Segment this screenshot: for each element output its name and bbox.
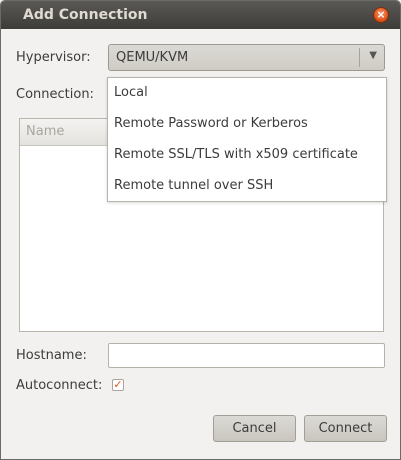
connect-button[interactable]: Connect bbox=[304, 415, 387, 442]
autoconnect-checkbox[interactable]: ✓ bbox=[112, 379, 124, 391]
connection-option-remote-password[interactable]: Remote Password or Kerberos bbox=[114, 116, 308, 131]
hypervisor-value: QEMU/KVM bbox=[116, 50, 189, 65]
add-connection-dialog: Add Connection × Hypervisor: QEMU/KVM ▼ … bbox=[0, 0, 401, 460]
combo-separator bbox=[359, 48, 360, 67]
dialog-title: Add Connection bbox=[23, 7, 148, 23]
hostname-label: Hostname: bbox=[16, 348, 87, 363]
autoconnect-label: Autoconnect: bbox=[16, 378, 103, 393]
cancel-button[interactable]: Cancel bbox=[213, 415, 296, 442]
connection-dropdown: Local Remote Password or Kerberos Remote… bbox=[107, 77, 387, 202]
hostname-input[interactable] bbox=[108, 343, 385, 368]
connection-option-remote-ssh[interactable]: Remote tunnel over SSH bbox=[114, 178, 273, 193]
titlebar[interactable]: Add Connection × bbox=[1, 1, 400, 29]
hypervisor-combo[interactable]: QEMU/KVM ▼ bbox=[108, 44, 385, 71]
connection-option-local[interactable]: Local bbox=[114, 85, 148, 100]
hypervisor-label: Hypervisor: bbox=[16, 50, 91, 65]
connection-label: Connection: bbox=[16, 87, 94, 102]
close-icon[interactable]: × bbox=[373, 7, 389, 23]
connection-option-remote-ssl[interactable]: Remote SSL/TLS with x509 certificate bbox=[114, 147, 358, 162]
chevron-down-icon: ▼ bbox=[369, 50, 377, 61]
column-header-name[interactable]: Name bbox=[26, 124, 64, 139]
